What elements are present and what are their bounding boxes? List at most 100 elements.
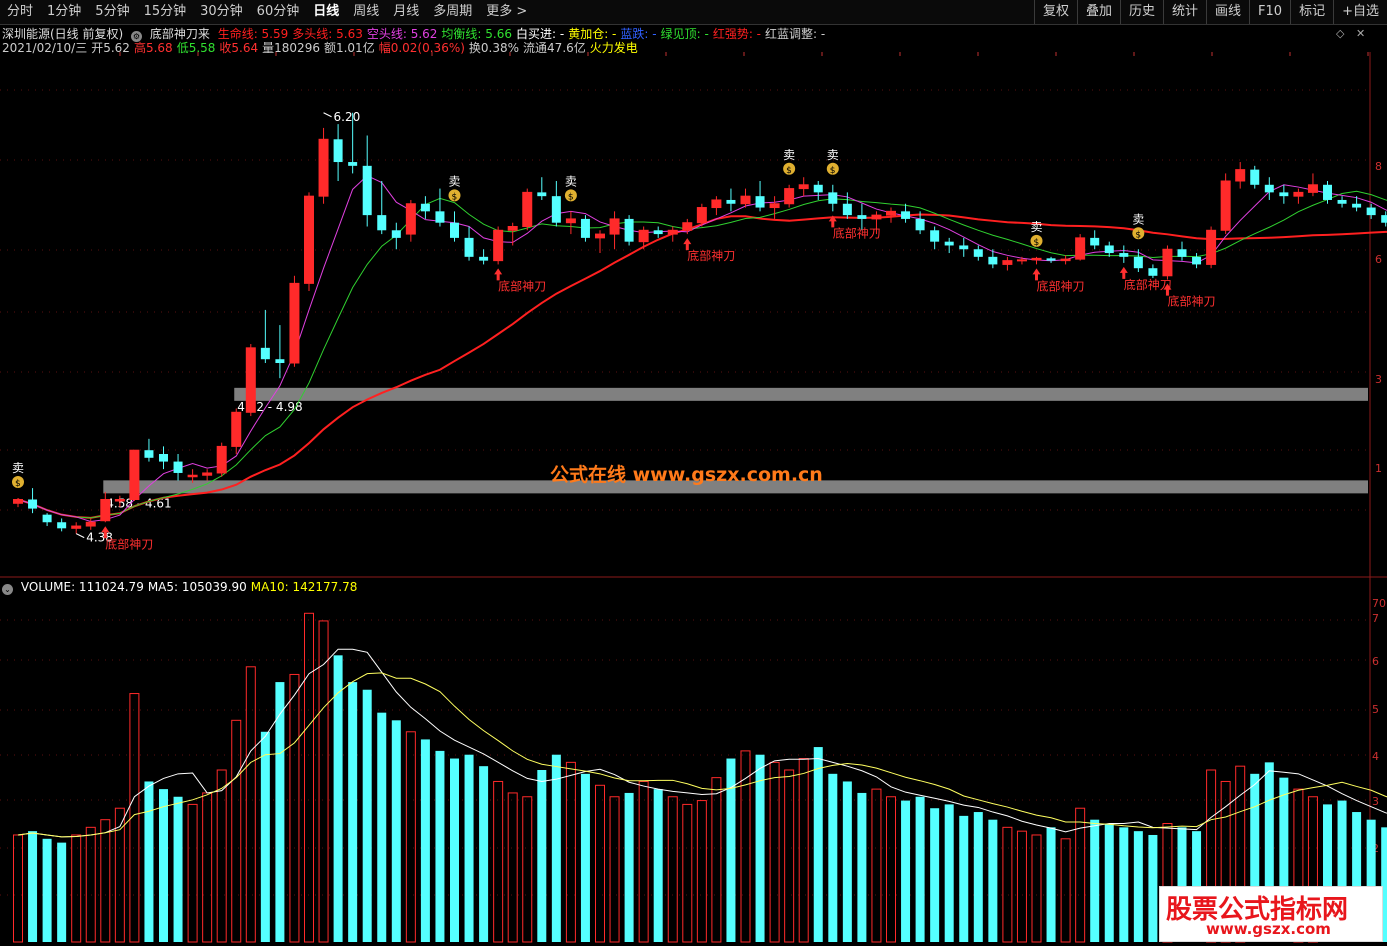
volume-bar: [435, 750, 445, 942]
candle-body: [260, 347, 270, 360]
candle-body: [857, 215, 867, 219]
volume-bar: [609, 796, 620, 943]
volume-bar: [1104, 823, 1114, 942]
candle-body: [391, 230, 401, 238]
candle-body: [580, 218, 590, 238]
volume-bar: [187, 803, 198, 943]
volume-bar: [930, 808, 940, 942]
vol-axis-label-1: 7: [1372, 612, 1379, 625]
volume-bar: [988, 819, 998, 942]
volume-bar: [464, 754, 474, 942]
candle-body: [609, 218, 620, 235]
candle-body: [377, 215, 387, 231]
volume-bar: [231, 719, 242, 943]
candle-body: [289, 282, 300, 364]
candle-body: [362, 165, 372, 216]
volume-bar: [71, 834, 82, 943]
candle-body: [216, 445, 227, 474]
candle-body: [1206, 229, 1217, 265]
volume-bar: [202, 792, 213, 943]
volume-bar: [1002, 826, 1013, 943]
volume-bar: [450, 758, 459, 942]
volume-legend: ⌄ VOLUME: 111024.79 MA5: 105039.90 MA10: 1…: [2, 580, 361, 595]
candle-body: [1366, 207, 1376, 216]
candle-body: [682, 222, 693, 231]
volume-bar: [348, 682, 358, 942]
volume-bar: [304, 612, 314, 943]
volume-bar: [653, 789, 663, 942]
chevron-down-icon[interactable]: ⌄: [2, 584, 13, 595]
candle-body: [828, 192, 838, 204]
volume-bar: [682, 803, 693, 943]
candle-body: [173, 461, 183, 473]
candle-body: [551, 196, 561, 223]
candle-body: [57, 522, 67, 529]
volume-bar: [507, 792, 518, 943]
buy-mark-label-3: 底部神刀: [833, 225, 881, 240]
volume-bar: [57, 842, 67, 942]
volume-bar: [275, 682, 285, 942]
candle-body: [1279, 192, 1289, 197]
candle-body: [1031, 257, 1042, 261]
candle-body: [565, 218, 576, 224]
candle-body: [318, 138, 329, 197]
candle-body: [114, 499, 125, 502]
volume-bar: [871, 788, 882, 943]
volume-bar: [798, 758, 809, 943]
volume-bar: [13, 834, 23, 943]
candle-body: [71, 525, 82, 529]
volume-bar: [580, 773, 590, 942]
candle-body: [813, 184, 823, 193]
volume-bar: [696, 800, 707, 943]
price-axis-label-1: 6: [1375, 253, 1382, 266]
volume-bar: [1148, 834, 1158, 942]
buy-mark-label-5: 底部神刀: [1124, 277, 1172, 292]
candle-body: [435, 211, 445, 223]
candle-body: [348, 162, 358, 166]
candle-body: [1060, 258, 1071, 262]
volume-bar: [493, 780, 504, 943]
candle-body: [1293, 191, 1304, 197]
candle-body: [842, 203, 852, 216]
candle-body: [784, 188, 795, 205]
volume-bar: [537, 770, 547, 942]
candle-body: [667, 229, 678, 235]
buy-mark-label-1: 底部神刀: [498, 278, 546, 293]
watermark-url: www.gszx.com: [1206, 920, 1331, 938]
volume-bar: [769, 761, 780, 943]
candle-body: [740, 195, 751, 205]
vol-axis-label-0: 70: [1372, 597, 1386, 610]
candle-body: [450, 222, 459, 238]
money-bag-symbol-2: $: [568, 192, 574, 202]
vol-axis-label-4: 4: [1372, 750, 1379, 763]
volume-field-1: MA5: 105039.90: [147, 580, 247, 594]
money-bag-symbol-5: $: [1034, 238, 1040, 248]
volume-bar: [216, 769, 227, 943]
candle-body: [159, 454, 168, 462]
price-label-pointer-1: [75, 533, 85, 539]
candle-body: [1148, 268, 1158, 276]
candle-body: [245, 347, 256, 413]
candle-body: [1162, 248, 1173, 277]
volume-bar: [333, 655, 343, 942]
volume-bar: [551, 754, 561, 942]
candle-body: [1192, 256, 1202, 265]
sell-mark-1: 卖: [449, 174, 461, 188]
candle-body: [304, 195, 314, 284]
candle-body: [493, 229, 504, 262]
candle-body: [129, 449, 140, 501]
candle-body: [1352, 203, 1362, 208]
volume-bar: [667, 796, 678, 943]
candle-body: [507, 226, 518, 231]
candle-body: [755, 196, 765, 208]
candle-body: [959, 245, 969, 250]
volume-bar: [28, 831, 38, 942]
candle-body: [915, 218, 925, 231]
volume-bar: [1016, 830, 1027, 943]
volume-bar: [1046, 827, 1056, 942]
candle-body: [638, 229, 649, 243]
candle-body: [1177, 249, 1187, 257]
price-label-0: 6.20: [334, 110, 361, 124]
candle-body: [1119, 253, 1129, 257]
buy-mark-label-0: 底部神刀: [105, 536, 153, 551]
